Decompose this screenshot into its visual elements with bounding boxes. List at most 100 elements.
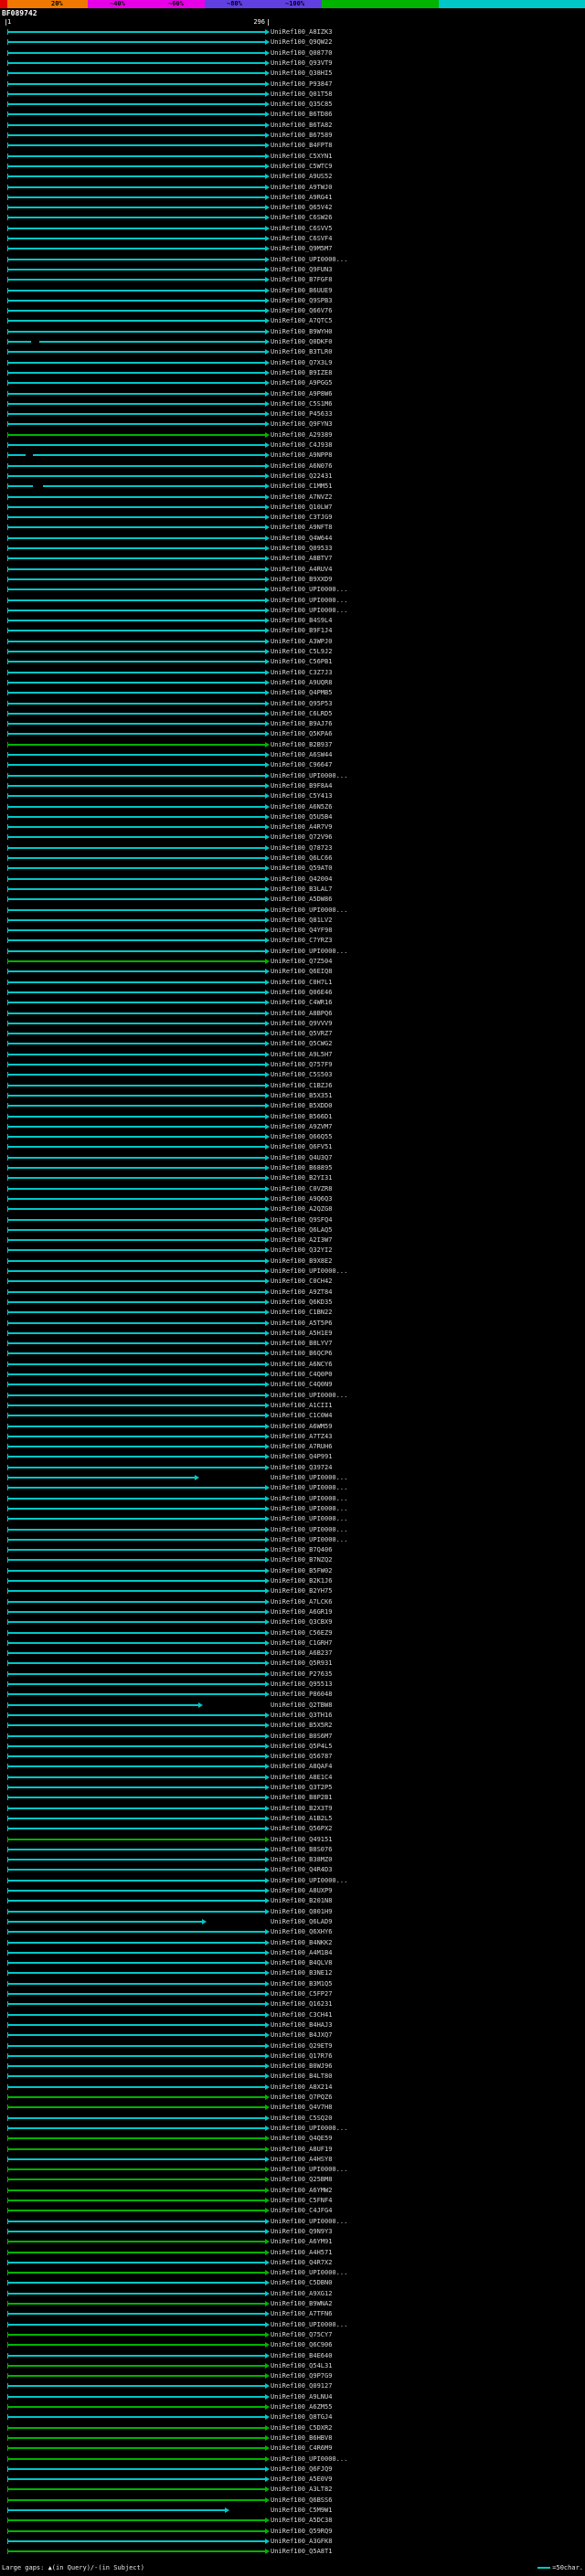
hit-label[interactable]: UniRef100_B5X351 [271, 1092, 332, 1100]
hit-label[interactable]: UniRef100_Q66Q55 [271, 1133, 332, 1141]
hit-line[interactable] [7, 795, 265, 798]
hit-line[interactable] [7, 867, 265, 870]
hit-line[interactable] [7, 2333, 265, 2336]
hit-line[interactable] [7, 1569, 265, 1572]
hit-label[interactable]: UniRef100_B9IZE8 [271, 369, 332, 377]
hit-line[interactable] [7, 495, 265, 498]
hit-label[interactable]: UniRef100_UPI0000... [271, 1515, 347, 1523]
hit-label[interactable]: UniRef100_Q6FV51 [271, 1143, 332, 1151]
hit-line[interactable] [7, 2157, 265, 2160]
hit-label[interactable]: UniRef100_Q01T58 [271, 90, 332, 99]
hit-label[interactable]: UniRef100_A6N076 [271, 462, 332, 471]
hit-label[interactable]: UniRef100_B68895 [271, 1164, 332, 1172]
hit-line[interactable] [7, 630, 265, 632]
hit-line[interactable] [7, 248, 265, 250]
hit-label[interactable]: UniRef100_Q3T2P5 [271, 1784, 332, 1792]
hit-label[interactable]: UniRef100_Q75CY7 [271, 2331, 332, 2339]
hit-label[interactable]: UniRef100_B9XXD9 [271, 576, 332, 584]
hit-line[interactable] [7, 846, 265, 849]
hit-line[interactable] [7, 423, 265, 426]
hit-label[interactable]: UniRef100_P93847 [271, 80, 332, 89]
hit-line[interactable] [7, 1394, 265, 1396]
hit-line[interactable] [7, 1662, 265, 1665]
hit-line[interactable] [7, 238, 265, 239]
hit-label[interactable]: UniRef100_Q9M5M7 [271, 245, 332, 253]
hit-label[interactable]: UniRef100_B4S9L4 [271, 617, 332, 625]
hit-label[interactable]: UniRef100_Q8TGJ4 [271, 2413, 332, 2422]
hit-label[interactable]: UniRef100_B6HBV8 [271, 2434, 332, 2443]
hit-label[interactable]: UniRef100_Q4W644 [271, 535, 332, 543]
hit-line[interactable] [7, 2085, 265, 2088]
hit-label[interactable]: UniRef100_Q9SPB3 [271, 297, 332, 305]
hit-label[interactable]: UniRef100_C6LRD5 [271, 710, 332, 718]
hit-line[interactable] [7, 1012, 265, 1014]
hit-label[interactable]: UniRef100_B9F8A4 [271, 782, 332, 790]
hit-line[interactable] [7, 2200, 265, 2201]
hit-label[interactable]: UniRef100_A9UQR8 [271, 679, 332, 687]
hit-label[interactable]: UniRef100_A3WPJ0 [271, 638, 332, 646]
hit-label[interactable]: UniRef100_Q3TH16 [271, 1712, 332, 1720]
hit-line[interactable] [7, 103, 265, 106]
hit-label[interactable]: UniRef100_P86048 [271, 1691, 332, 1699]
hit-line[interactable] [7, 2220, 265, 2222]
hit-label[interactable]: UniRef100_Q757F9 [271, 1061, 332, 1069]
hit-line[interactable] [7, 2385, 265, 2388]
hit-line[interactable] [7, 661, 265, 663]
hit-label[interactable]: UniRef100_C1BZJ6 [271, 1082, 332, 1090]
hit-label[interactable]: UniRef100_Q22431 [271, 472, 332, 481]
hit-line[interactable] [7, 1331, 265, 1334]
hit-label[interactable]: UniRef100_Q0DKF0 [271, 338, 332, 346]
hit-label[interactable]: UniRef100_A3GFK8 [271, 2538, 332, 2546]
hit-line[interactable] [7, 2210, 265, 2212]
hit-line[interactable] [7, 536, 265, 539]
hit-label[interactable]: UniRef100_UPI0000... [271, 1484, 347, 1492]
hit-line[interactable] [7, 774, 265, 777]
hit-label[interactable]: UniRef100_A9NFT8 [271, 524, 332, 532]
hit-label[interactable]: UniRef100_A9US52 [271, 173, 332, 181]
hit-line[interactable] [7, 1321, 265, 1324]
hit-label[interactable]: UniRef100_Q3CBX9 [271, 1618, 332, 1627]
hit-label[interactable]: UniRef100_B3TLR0 [271, 348, 332, 356]
hit-line[interactable] [7, 1910, 265, 1913]
hit-line[interactable] [7, 2426, 265, 2429]
hit-label[interactable]: UniRef100_UPI0000... [271, 1877, 347, 1885]
hit-label[interactable]: UniRef100_A8QAF4 [271, 1763, 332, 1771]
hit-label[interactable]: UniRef100_UPI0000... [271, 256, 347, 264]
hit-line[interactable] [7, 72, 265, 75]
hit-line[interactable] [7, 1507, 265, 1510]
hit-line[interactable] [7, 2178, 265, 2181]
hit-line[interactable] [7, 733, 265, 736]
hit-line[interactable] [7, 341, 31, 343]
hit-label[interactable]: UniRef100_Q65V42 [271, 204, 332, 212]
hit-label[interactable]: UniRef100_A9Q6Q3 [271, 1195, 332, 1203]
hit-line[interactable] [7, 1755, 265, 1758]
hit-line[interactable] [7, 1848, 265, 1850]
hit-line[interactable] [7, 51, 265, 54]
hit-line[interactable] [7, 2126, 265, 2129]
hit-label[interactable]: UniRef100_P45633 [271, 410, 332, 419]
hit-line[interactable] [7, 1167, 265, 1169]
hit-line[interactable] [7, 1270, 265, 1272]
hit-line[interactable] [32, 454, 265, 457]
hit-label[interactable]: UniRef100_UPI0000... [271, 2125, 347, 2133]
hit-label[interactable]: UniRef100_B0WJ96 [271, 2062, 332, 2071]
hit-line[interactable] [7, 2416, 265, 2419]
hit-label[interactable]: UniRef100_A6NCY6 [271, 1361, 332, 1369]
hit-label[interactable]: UniRef100_UPI0000... [271, 2269, 347, 2277]
hit-label[interactable]: UniRef100_B8P2B1 [271, 1794, 332, 1802]
hit-label[interactable]: UniRef100_A6N5Z6 [271, 803, 332, 811]
hit-line[interactable] [7, 402, 265, 405]
hit-label[interactable]: UniRef100_B5X5R2 [271, 1722, 332, 1730]
hit-line[interactable] [7, 2292, 265, 2295]
hit-label[interactable]: UniRef100_C5SQ20 [271, 2115, 332, 2123]
hit-line[interactable] [7, 2044, 265, 2047]
hit-label[interactable]: UniRef100_Q4QE59 [271, 2135, 332, 2143]
hit-label[interactable]: UniRef100_C5DXR2 [271, 2424, 332, 2433]
hit-label[interactable]: UniRef100_B6QCP6 [271, 1350, 332, 1358]
hit-label[interactable]: UniRef100_B9WYH0 [271, 328, 332, 336]
hit-label[interactable]: UniRef100_C5XYN1 [271, 153, 332, 161]
hit-label[interactable]: UniRef100_C5FP27 [271, 1990, 332, 1998]
hit-line[interactable] [7, 2375, 265, 2378]
hit-line[interactable] [7, 1239, 265, 1242]
hit-line[interactable] [7, 2395, 265, 2398]
